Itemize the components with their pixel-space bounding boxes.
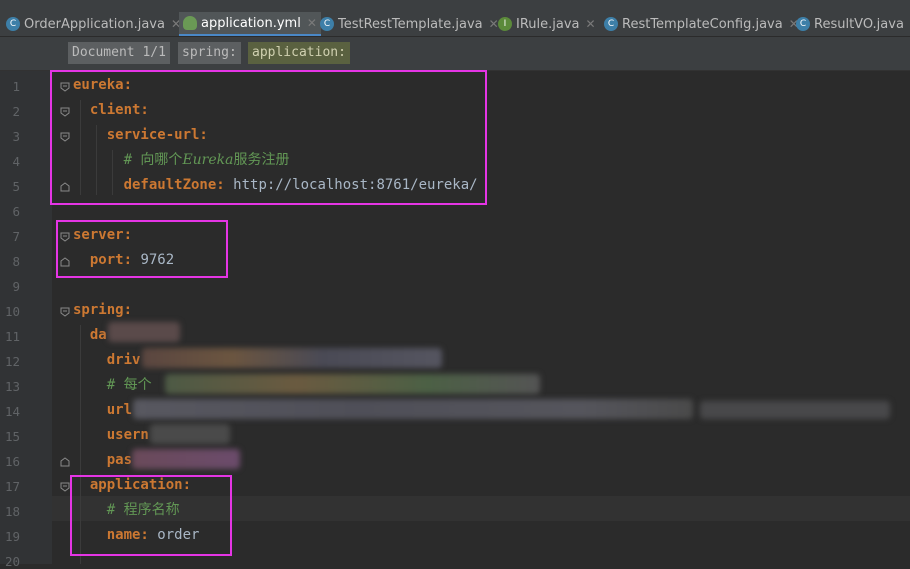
line-number: 16 [0,454,20,469]
line-number: 10 [0,304,20,319]
tab-application-yml[interactable]: application.yml ✕ [179,12,321,36]
tab-test-rest-template[interactable]: C TestRestTemplate.java ✕ [320,12,499,36]
tab-label: OrderApplication.java [24,17,165,32]
tab-label: TestRestTemplate.java [338,17,483,32]
yaml-key: pas [107,452,132,468]
code-line-16[interactable]: pas [73,448,132,473]
tab-label: ResultVO.java [814,17,904,32]
redaction-blur [133,399,693,419]
tab-rest-template-config[interactable]: C RestTemplateConfig.java ✕ [604,12,799,36]
redaction-blur [700,401,890,419]
code-line-13[interactable]: # 每个 [73,373,152,398]
yaml-key: url [107,402,132,418]
line-number: 13 [0,379,20,394]
breadcrumb: Document 1/1 spring: application: [0,37,910,71]
close-icon[interactable]: ✕ [307,16,317,30]
fold-collapse-icon[interactable] [60,482,70,492]
close-icon[interactable]: ✕ [586,17,596,31]
annotation-box-server [56,220,228,278]
line-number: 7 [0,229,20,244]
breadcrumb-document[interactable]: Document 1/1 [68,42,170,64]
spring-app-class-icon: C [6,17,20,31]
code-line-11[interactable]: da [73,323,107,348]
yaml-key: usern [107,427,149,443]
class-icon: C [604,17,618,31]
yaml-file-icon [183,16,197,30]
annotation-box-application [70,475,232,556]
line-number: 5 [0,179,20,194]
line-number: 6 [0,204,20,219]
tab-label: application.yml [201,16,301,31]
line-number: 18 [0,504,20,519]
tab-label: IRule.java [516,17,580,32]
redaction-blur [150,424,230,444]
tab-result-vo[interactable]: C ResultVO.java ✕ [796,12,910,36]
class-icon: C [796,17,810,31]
line-number: 11 [0,329,20,344]
tab-label: RestTemplateConfig.java [622,17,783,32]
comment-text: # 每个 [107,377,152,393]
line-number: 20 [0,554,20,569]
editor-tab-bar: C OrderApplication.java ✕ application.ym… [0,0,910,37]
line-number: 1 [0,79,20,94]
breadcrumb-spring[interactable]: spring: [178,42,241,64]
line-number: 17 [0,479,20,494]
fold-end-icon[interactable] [60,457,70,467]
redaction-blur [108,322,180,342]
line-number: 4 [0,154,20,169]
line-number: 19 [0,529,20,544]
redaction-blur [142,348,442,368]
code-line-15[interactable]: usern [73,423,149,448]
tab-irule[interactable]: I IRule.java ✕ [498,12,596,36]
line-number: 3 [0,129,20,144]
tab-order-application[interactable]: C OrderApplication.java ✕ [6,12,181,36]
line-number: 12 [0,354,20,369]
redaction-blur [165,374,540,394]
fold-collapse-icon[interactable] [60,307,70,317]
line-number: 14 [0,404,20,419]
code-line-12[interactable]: driv [73,348,140,373]
annotation-box-eureka [50,70,487,205]
breadcrumb-application[interactable]: application: [248,42,350,64]
redaction-blur [132,449,240,469]
class-icon: C [320,17,334,31]
yaml-key: spring: [73,302,132,318]
interface-icon: I [498,17,512,31]
line-number: 9 [0,279,20,294]
line-number: 2 [0,104,20,119]
line-number: 15 [0,429,20,444]
code-line-10[interactable]: spring: [73,298,132,323]
yaml-key: da [90,327,107,343]
line-number: 8 [0,254,20,269]
code-line-14[interactable]: url [73,398,132,423]
yaml-key: driv [107,352,141,368]
